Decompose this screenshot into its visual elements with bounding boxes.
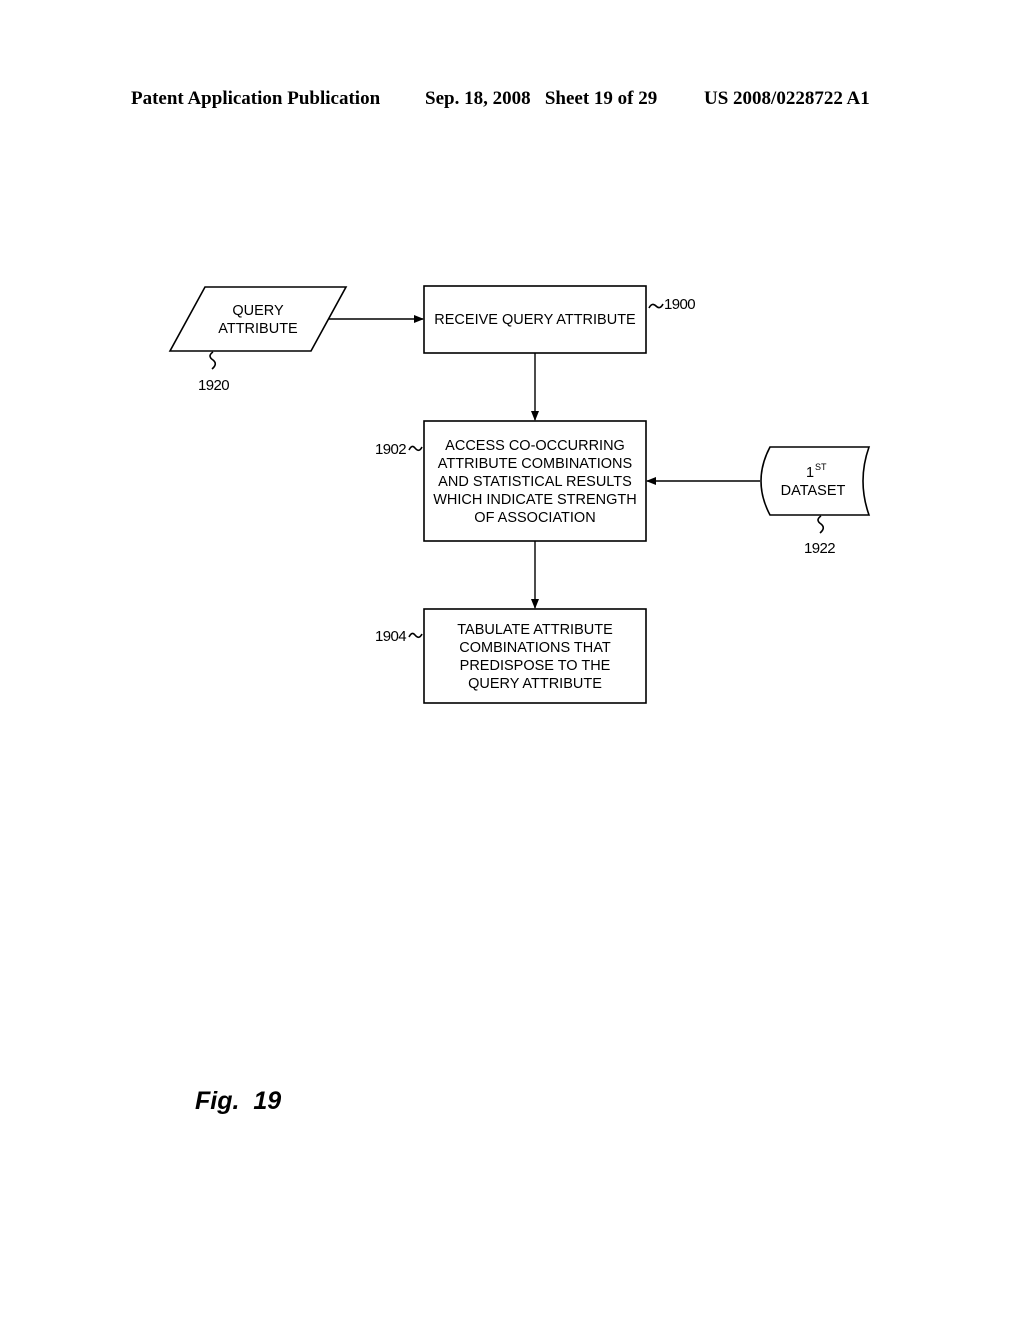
node-tabulate: TABULATE ATTRIBUTE COMBINATIONS THAT PRE… — [375, 608, 647, 704]
flowchart: QUERY ATTRIBUTE 1920 RECEIVE QUERY ATTRI… — [168, 285, 871, 1115]
dataset-ordinal-superscript: ST — [815, 462, 827, 472]
figure-label: Fig. 19 — [195, 1087, 281, 1115]
dataset-ordinal: 1 — [806, 465, 814, 481]
parallelogram-shape — [168, 286, 348, 352]
leader-squiggle-icon — [648, 303, 664, 309]
ref-number-1920: 1920 — [198, 377, 229, 394]
node-text-line: PREDISPOSE TO THE — [460, 658, 611, 674]
ref-number-1922: 1922 — [804, 540, 835, 557]
node-text-line: RECEIVE QUERY ATTRIBUTE — [434, 312, 636, 328]
node-text-line: ATTRIBUTE — [218, 321, 298, 337]
node-query-attribute-input: QUERY ATTRIBUTE 1920 — [168, 286, 348, 394]
node-text-line: COMBINATIONS THAT — [459, 640, 611, 656]
node-first-dataset: 1 ST DATASET 1922 — [760, 446, 871, 557]
ref-number-1904: 1904 — [375, 628, 406, 645]
ref-number-1902: 1902 — [375, 441, 406, 458]
node-text-line: ACCESS CO-OCCURRING — [445, 438, 625, 454]
node-access-combinations: ACCESS CO-OCCURRING ATTRIBUTE COMBINATIO… — [375, 420, 647, 542]
node-text-line: ATTRIBUTE COMBINATIONS — [438, 456, 632, 472]
node-text-line: TABULATE ATTRIBUTE — [457, 622, 613, 638]
node-text-line: AND STATISTICAL RESULTS — [438, 474, 632, 490]
leader-squiggle-icon — [408, 445, 423, 452]
leader-squiggle-icon — [408, 632, 423, 639]
node-text-line: DATASET — [781, 483, 846, 499]
leader-squiggle-icon — [817, 515, 825, 534]
ref-number-1900: 1900 — [664, 296, 695, 313]
leader-squiggle-icon — [209, 351, 217, 370]
node-text-line: QUERY ATTRIBUTE — [468, 676, 602, 692]
node-receive-query-attribute: RECEIVE QUERY ATTRIBUTE 1900 — [423, 285, 696, 354]
node-text-line: WHICH INDICATE STRENGTH — [433, 492, 637, 508]
node-text-line: QUERY — [232, 303, 284, 319]
stored-data-shape — [760, 446, 871, 516]
node-text-line: OF ASSOCIATION — [474, 510, 595, 526]
